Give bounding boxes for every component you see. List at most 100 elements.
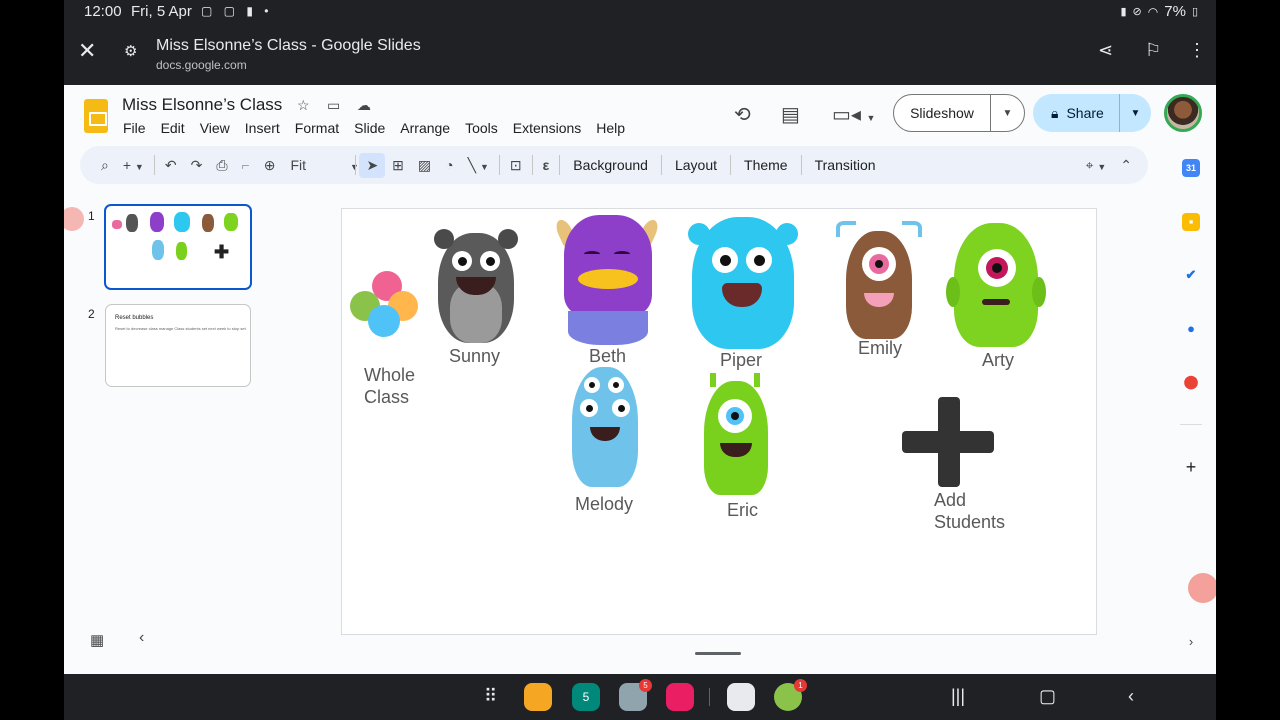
undo-icon[interactable]: ↶ bbox=[158, 157, 184, 174]
emily-monster[interactable] bbox=[834, 221, 924, 341]
menu-tools[interactable]: Tools bbox=[465, 120, 498, 136]
keep-icon[interactable]: ▪ bbox=[1182, 213, 1200, 231]
comments-icon[interactable]: ▤ bbox=[781, 102, 800, 127]
zoom-select[interactable]: Fit▼ bbox=[282, 157, 358, 173]
sunny-monster[interactable] bbox=[432, 223, 520, 347]
meet-dropdown-icon[interactable]: ▼ bbox=[867, 113, 876, 123]
floating-record-icon[interactable] bbox=[1188, 573, 1216, 603]
status-date: Fri, 5 Apr bbox=[131, 3, 192, 20]
special-characters-icon[interactable]: ε bbox=[536, 157, 557, 173]
whole-class-image[interactable] bbox=[350, 271, 422, 341]
slides-logo[interactable] bbox=[84, 99, 108, 133]
battery-icon: ▯ bbox=[1191, 6, 1198, 18]
toolbar-divider bbox=[730, 155, 732, 175]
star-icon[interactable]: ☆ bbox=[297, 97, 310, 114]
account-avatar[interactable] bbox=[1164, 94, 1202, 132]
more-vert-icon[interactable]: ⋮ bbox=[1188, 40, 1206, 61]
print-icon[interactable]: ⎙ bbox=[209, 157, 234, 174]
camera-app-icon[interactable] bbox=[666, 683, 694, 711]
cloud-saved-icon[interactable]: ☁ bbox=[357, 97, 371, 114]
text-box-icon[interactable]: ⊞ bbox=[385, 157, 411, 174]
status-bar: 12:00 Fri, 5 Apr ▢ ▢ ▮ • ▮ ⊘ ◠ 7% ▯ bbox=[64, 0, 1216, 24]
menu-view[interactable]: View bbox=[200, 120, 230, 136]
back-icon[interactable]: ‹ bbox=[1128, 686, 1134, 707]
add-addon-icon[interactable]: + bbox=[1182, 458, 1200, 476]
search-menus-icon[interactable]: ⌕ bbox=[94, 157, 116, 174]
select-cursor-icon[interactable]: ➤ bbox=[359, 152, 386, 178]
recents-icon[interactable]: ||| bbox=[951, 686, 965, 707]
tasks-icon[interactable]: ✔ bbox=[1182, 266, 1200, 284]
floating-camera-icon[interactable] bbox=[64, 207, 84, 231]
version-history-icon[interactable]: ⟲ bbox=[734, 102, 751, 127]
add-students-icon[interactable] bbox=[902, 397, 994, 489]
collapse-toolbar-icon[interactable]: ⌃ bbox=[1120, 157, 1132, 174]
arty-thumb bbox=[224, 213, 238, 231]
share-icon[interactable]: ⋖ bbox=[1098, 40, 1113, 61]
slideshow-button[interactable]: Slideshow ▼ bbox=[893, 94, 1025, 132]
add-students-label: Add Students bbox=[934, 490, 1006, 532]
menu-slide[interactable]: Slide bbox=[354, 120, 385, 136]
menu-arrange[interactable]: Arrange bbox=[400, 120, 450, 136]
new-slide-icon[interactable]: + ▼ bbox=[116, 157, 151, 173]
add-comment-icon[interactable]: ⊡ bbox=[503, 157, 529, 174]
share-label[interactable]: 🔒︎ Share bbox=[1033, 94, 1120, 132]
beth-label: Beth bbox=[589, 346, 627, 366]
calendar-app-icon[interactable]: 5 bbox=[572, 683, 600, 711]
menu-extensions[interactable]: Extensions bbox=[513, 120, 581, 136]
toolbar-divider bbox=[660, 155, 662, 175]
grid-view-icon[interactable]: ▦ bbox=[90, 631, 104, 649]
beth-beak bbox=[578, 269, 638, 289]
menu-insert[interactable]: Insert bbox=[245, 120, 280, 136]
melody-monster[interactable] bbox=[562, 367, 648, 491]
resize-handle[interactable] bbox=[695, 652, 741, 655]
apps-grid-icon[interactable]: ⠿ bbox=[484, 686, 497, 707]
melody-label: Melody bbox=[575, 494, 634, 514]
zoom-icon[interactable]: ⊕ bbox=[257, 157, 283, 174]
theme-button[interactable]: Theme bbox=[734, 157, 798, 173]
chevron-down-icon[interactable]: ▼ bbox=[991, 108, 1024, 119]
beth-monster[interactable] bbox=[553, 215, 661, 349]
menu-help[interactable]: Help bbox=[596, 120, 625, 136]
slide-thumbnail-2[interactable]: Reset bubbles Reset to decrease class ma… bbox=[105, 304, 251, 387]
transition-button[interactable]: Transition bbox=[805, 157, 886, 173]
collapse-filmstrip-icon[interactable]: ‹ bbox=[139, 629, 144, 647]
image-icon[interactable]: ▨ bbox=[411, 157, 438, 174]
contacts-icon[interactable]: ● bbox=[1182, 320, 1200, 338]
shape-icon[interactable]: ◔ bbox=[438, 157, 460, 173]
menu-format[interactable]: Format bbox=[295, 120, 339, 136]
piper-monster[interactable] bbox=[688, 213, 798, 351]
slide-canvas[interactable]: Whole Class Sunny Beth Piper Emily Arty … bbox=[341, 208, 1097, 635]
menu-edit[interactable]: Edit bbox=[161, 120, 185, 136]
beth-legs bbox=[568, 311, 648, 345]
home-icon[interactable]: ▢ bbox=[1039, 686, 1056, 707]
pointer-mode-icon[interactable]: ⌖ ▼ bbox=[1086, 157, 1107, 174]
share-button[interactable]: 🔒︎ Share ▼ bbox=[1033, 94, 1151, 132]
layout-button[interactable]: Layout bbox=[665, 157, 727, 173]
menu-file[interactable]: File bbox=[123, 120, 146, 136]
calendar-icon[interactable]: 31 bbox=[1182, 159, 1200, 177]
close-icon[interactable]: ✕ bbox=[78, 38, 100, 64]
site-settings-icon[interactable]: ⚙ bbox=[124, 42, 137, 60]
background-button[interactable]: Background bbox=[563, 157, 658, 173]
redo-icon[interactable]: ↷ bbox=[184, 157, 210, 174]
meet-icon[interactable]: ▭◂ ▼ bbox=[832, 102, 875, 127]
paint-format-icon[interactable]: ⌐ bbox=[235, 157, 257, 173]
document-title[interactable]: Miss Elsonne’s Class bbox=[122, 95, 282, 115]
move-folder-icon[interactable]: ▭ bbox=[327, 97, 340, 114]
slideshow-label[interactable]: Slideshow bbox=[894, 95, 991, 131]
folder-app-icon[interactable]: 5 bbox=[619, 679, 652, 711]
arty-monster[interactable] bbox=[946, 223, 1046, 349]
line-icon[interactable]: ╲ ▼ bbox=[461, 157, 496, 174]
roblox-app-icon[interactable] bbox=[727, 683, 755, 711]
eric-monster[interactable] bbox=[700, 373, 772, 497]
expand-panel-icon[interactable]: › bbox=[1182, 633, 1200, 651]
slide-thumbnail-1[interactable]: ✚ bbox=[104, 204, 252, 290]
bookmark-icon[interactable]: ⚐ bbox=[1145, 40, 1161, 61]
arty-arm bbox=[946, 277, 960, 307]
classdojo-app-icon[interactable]: 1 bbox=[774, 679, 807, 711]
slide-number: 2 bbox=[88, 307, 95, 321]
files-app-icon[interactable] bbox=[524, 683, 552, 711]
chevron-down-icon[interactable]: ▼ bbox=[1120, 108, 1151, 119]
maps-icon[interactable]: ⬤ bbox=[1182, 373, 1200, 391]
emily-thumb bbox=[202, 214, 214, 232]
